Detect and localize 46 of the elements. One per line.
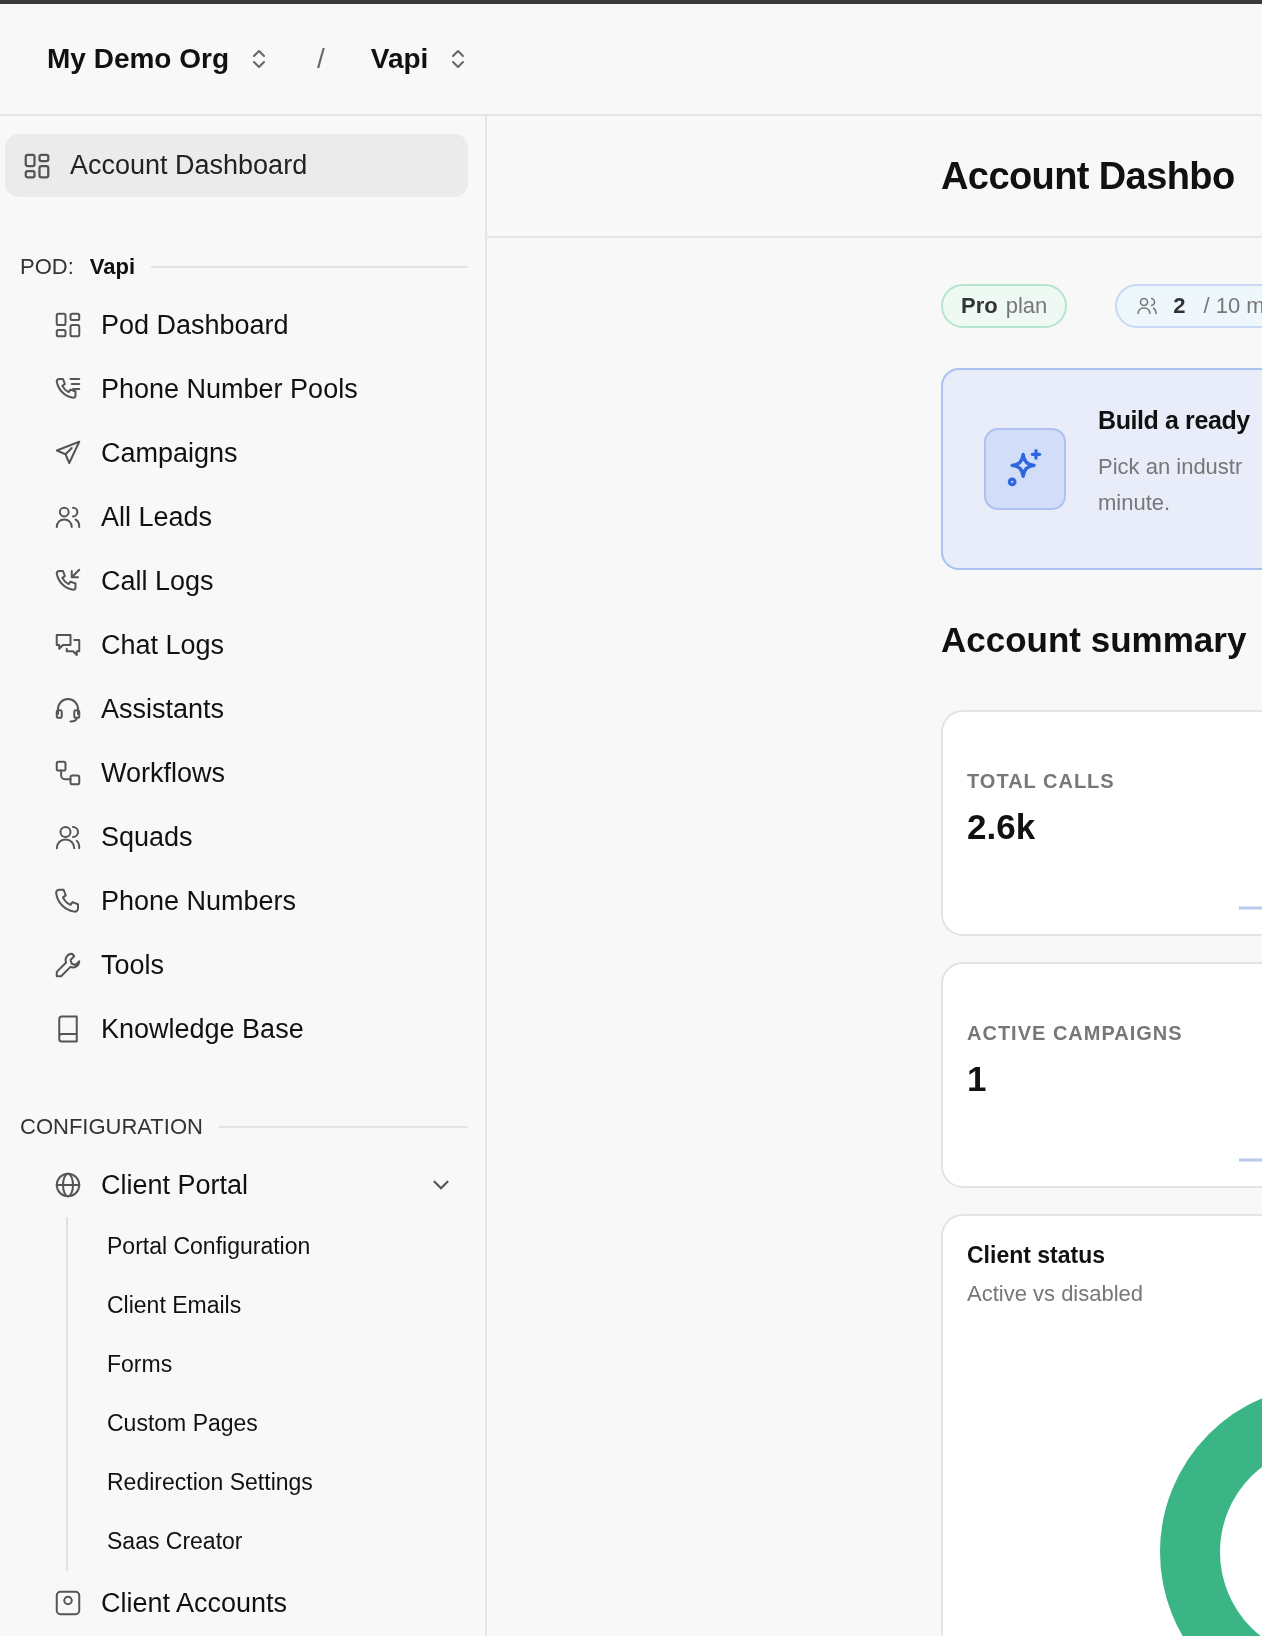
banner-text: minute. <box>1098 488 1172 517</box>
nav-item[interactable]: Tools <box>5 933 468 997</box>
nav-item[interactable]: Account Dashboard <box>5 134 468 197</box>
section-heading: Account summary <box>941 620 1248 660</box>
globe-icon <box>53 1170 83 1200</box>
breadcrumb-separator: / <box>317 43 325 75</box>
account-icon <box>53 1588 83 1618</box>
stat-value: 1 <box>967 1059 988 1099</box>
nav-subitem[interactable]: Forms <box>68 1335 468 1394</box>
section-label: POD: <box>20 254 74 280</box>
section-label: CONFIGURATION <box>20 1114 203 1140</box>
nav-item[interactable]: All Leads <box>5 485 468 549</box>
project-switcher[interactable]: Vapi <box>370 43 467 75</box>
nav-subitem[interactable]: Portal Configuration <box>68 1217 468 1276</box>
nav-item[interactable]: Client Portal <box>5 1153 468 1217</box>
org-switcher[interactable]: My Demo Org <box>47 43 268 75</box>
stat-value: 2.6k <box>967 807 1037 847</box>
stat-label: ACTIVE CAMPAIGNS <box>967 1022 1184 1045</box>
page-title: Account Dashbo <box>941 154 1235 198</box>
banner-text: Pick an industr <box>1098 452 1244 481</box>
nav-item[interactable]: Campaigns <box>5 421 468 485</box>
grid-icon <box>53 310 83 340</box>
member-count: 2 <box>1173 293 1186 319</box>
nav-item[interactable]: Phone Number Pools <box>5 357 468 421</box>
wrench-icon <box>53 950 83 980</box>
nav-subitem[interactable]: Custom Pages <box>68 1394 468 1453</box>
template-banner[interactable]: Build a ready Pick an industr minute. <box>941 368 1262 570</box>
nav-item[interactable]: Knowledge Base <box>5 997 468 1061</box>
nav-subitem[interactable]: Client Emails <box>68 1276 468 1335</box>
flow-icon <box>53 758 83 788</box>
nav-item[interactable]: Phone Numbers <box>5 869 468 933</box>
nav-item[interactable]: Workflows <box>5 741 468 805</box>
nav-item[interactable]: Client Accounts <box>5 1571 468 1635</box>
nav-item[interactable]: Pod Dashboard <box>5 293 468 357</box>
stat-label: TOTAL CALLS <box>967 770 1116 793</box>
card-title: Client status <box>967 1242 1107 1269</box>
nav-item[interactable]: Assistants <box>5 677 468 741</box>
banner-title: Build a ready <box>1098 405 1250 435</box>
plan-badge: Pro plan <box>941 284 1068 328</box>
card-subtitle: Active vs disabled <box>967 1281 1145 1307</box>
pod-name: Vapi <box>89 254 136 280</box>
nav-item[interactable]: Squads <box>5 805 468 869</box>
nav-item[interactable]: Call Logs <box>5 549 468 613</box>
nav-item[interactable]: Chat Logs <box>5 613 468 677</box>
nav-subitem[interactable]: Saas Creator <box>68 1512 468 1571</box>
nav-subitem[interactable]: Redirection Settings <box>68 1453 468 1512</box>
